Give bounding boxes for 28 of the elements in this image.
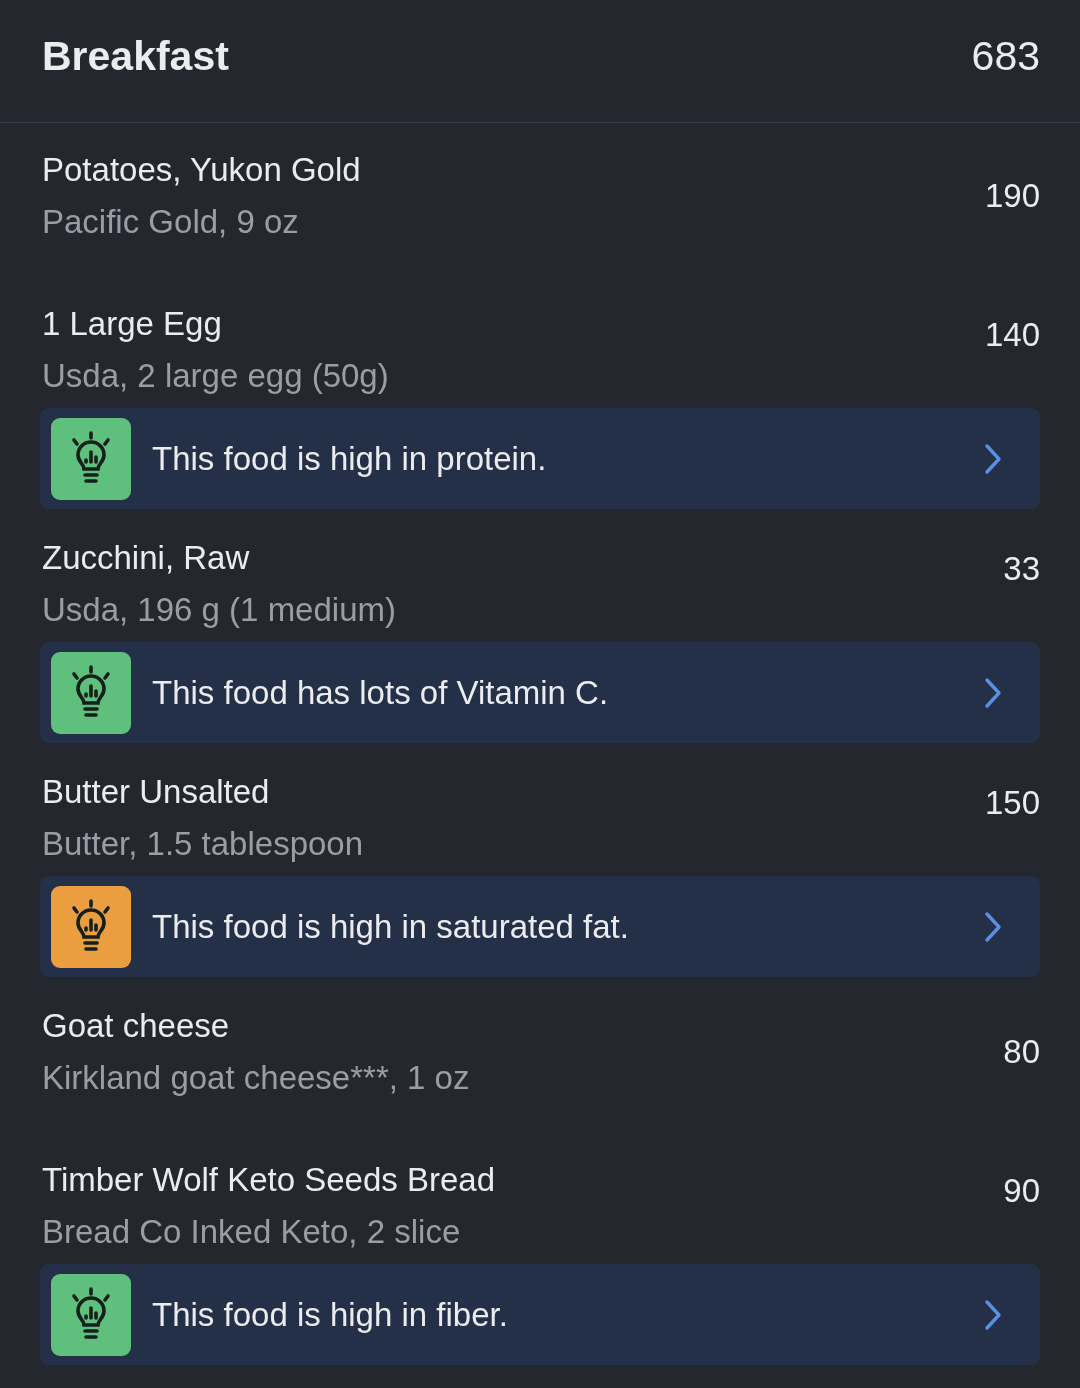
food-name: 1 Large Egg: [42, 304, 222, 344]
food-tip-button[interactable]: This food is high in protein.: [40, 408, 1040, 509]
food-name: Potatoes, Yukon Gold: [42, 150, 361, 190]
chevron-right-icon: [984, 442, 1002, 475]
calorie-count: 80: [1003, 1032, 1040, 1072]
serving-detail: Usda, 2 large egg (50g): [42, 356, 389, 396]
meal-title: Breakfast: [42, 32, 229, 80]
serving-detail: Kirkland goat cheese***, 1 oz: [42, 1058, 470, 1098]
food-name: Butter Unsalted: [42, 772, 270, 812]
calorie-count: 150: [984, 783, 1040, 823]
calorie-count: 140: [984, 315, 1040, 355]
chevron-right-icon: [984, 910, 1002, 943]
serving-detail: Butter, 1.5 tablespoon: [42, 824, 364, 864]
calorie-count: 90: [1003, 1171, 1040, 1211]
food-tip-button[interactable]: This food has lots of Vitamin C.: [40, 642, 1040, 743]
food-tip-button[interactable]: This food is high in fiber.: [40, 1264, 1040, 1365]
food-name: Timber Wolf Keto Seeds Bread: [42, 1160, 496, 1200]
food-tip-button[interactable]: This food is high in saturated fat.: [40, 876, 1040, 977]
calorie-count: 33: [1003, 549, 1040, 589]
meal-calories: 683: [971, 32, 1040, 80]
serving-detail: Pacific Gold, 9 oz: [42, 202, 299, 242]
food-name: Goat cheese: [42, 1006, 230, 1046]
serving-detail: Bread Co Inked Keto, 2 slice: [42, 1212, 461, 1252]
food-name: Zucchini, Raw: [42, 538, 250, 578]
chevron-right-icon: [984, 1298, 1002, 1331]
serving-detail: Usda, 196 g (1 medium): [42, 590, 396, 630]
calorie-count: 190: [984, 176, 1040, 216]
chevron-right-icon: [984, 676, 1002, 709]
